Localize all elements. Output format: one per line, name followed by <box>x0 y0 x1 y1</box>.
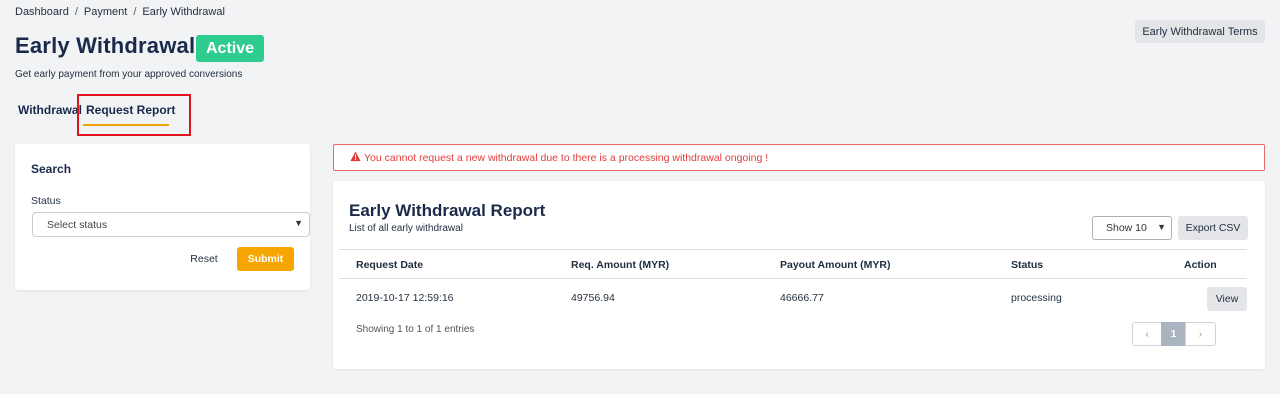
report-subtitle: List of all early withdrawal <box>349 223 463 234</box>
cell-status: processing <box>1011 292 1062 304</box>
warning-triangle-icon <box>350 151 361 162</box>
breadcrumb-payment[interactable]: Payment <box>84 6 127 18</box>
column-header-status: Status <box>1011 259 1044 271</box>
column-header-payout-amount: Payout Amount (MYR) <box>780 259 891 271</box>
column-header-req-amount: Req. Amount (MYR) <box>571 259 670 271</box>
report-panel: Early Withdrawal Report List of all earl… <box>333 181 1265 369</box>
status-select[interactable]: Select status ▼ <box>32 212 310 237</box>
export-csv-button[interactable]: Export CSV <box>1178 216 1248 240</box>
breadcrumb-separator: / <box>74 6 78 18</box>
status-badge: Active <box>196 35 265 62</box>
table-divider <box>339 278 1247 279</box>
table-divider <box>339 249 1247 250</box>
report-title: Early Withdrawal Report <box>349 201 546 220</box>
reset-button[interactable]: Reset <box>185 247 223 271</box>
highlight-box <box>77 94 191 136</box>
caret-down-icon: ▼ <box>294 218 303 228</box>
search-title: Search <box>31 162 72 176</box>
breadcrumb: Dashboard / Payment / Early Withdrawal <box>15 6 225 18</box>
column-header-action: Action <box>1184 259 1217 271</box>
alert-message: You cannot request a new withdrawal due … <box>364 152 769 164</box>
cell-request-date: 2019-10-17 12:59:16 <box>356 292 454 304</box>
tab-withdrawal[interactable]: Withdrawal <box>18 103 82 117</box>
show-entries-select[interactable]: Show 10 ▼ <box>1092 216 1172 240</box>
breadcrumb-separator: / <box>133 6 137 18</box>
breadcrumb-dashboard[interactable]: Dashboard <box>15 6 69 18</box>
search-panel: Search Status Select status ▼ Reset Subm… <box>15 144 310 290</box>
pagination-next-button[interactable]: › <box>1185 322 1216 346</box>
submit-button[interactable]: Submit <box>237 247 294 271</box>
breadcrumb-current: Early Withdrawal <box>142 6 225 18</box>
status-select-placeholder: Select status <box>47 219 108 231</box>
page-subtitle: Get early payment from your approved con… <box>15 69 243 80</box>
column-header-request-date: Request Date <box>356 259 424 271</box>
caret-down-icon: ▼ <box>1157 222 1166 232</box>
pagination-page-1[interactable]: 1 <box>1161 322 1186 346</box>
status-label: Status <box>31 195 61 207</box>
error-alert: You cannot request a new withdrawal due … <box>333 144 1265 171</box>
cell-req-amount: 49756.94 <box>571 292 615 304</box>
page-title: Early Withdrawal <box>15 33 196 58</box>
entries-info: Showing 1 to 1 of 1 entries <box>356 324 475 335</box>
cell-payout-amount: 46666.77 <box>780 292 824 304</box>
view-button[interactable]: View <box>1207 287 1247 311</box>
early-withdrawal-terms-button[interactable]: Early Withdrawal Terms <box>1135 20 1265 43</box>
pagination-prev-button[interactable]: ‹ <box>1132 322 1162 346</box>
show-entries-value: Show 10 <box>1106 222 1147 234</box>
